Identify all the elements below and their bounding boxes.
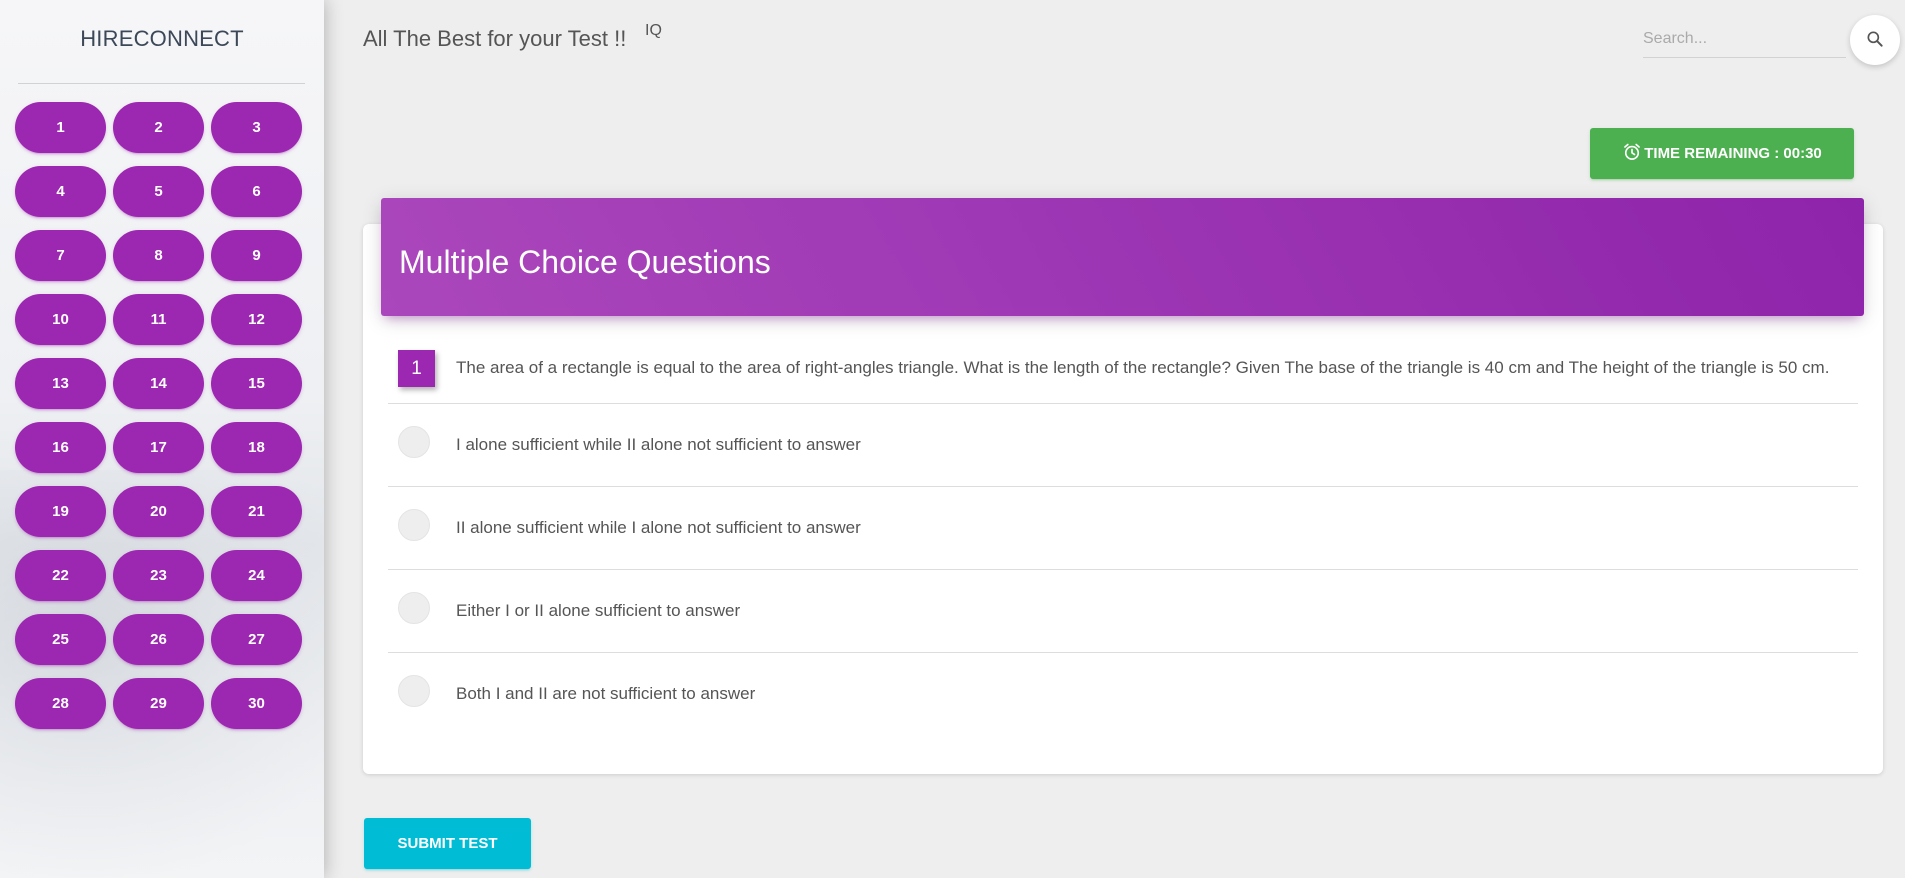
answer-radio-1[interactable] <box>398 426 430 458</box>
question-nav-button-5[interactable]: 5 <box>113 166 204 217</box>
answer-option-label: Either I or II alone sufficient to answe… <box>456 601 741 620</box>
question-nav-button-7[interactable]: 7 <box>15 230 106 281</box>
question-nav-button-17[interactable]: 17 <box>113 422 204 473</box>
sidebar: HIRECONNECT 1 2 3 4 5 6 7 8 9 10 11 12 1… <box>0 0 324 878</box>
question-card-header: Multiple Choice Questions <box>381 198 1864 316</box>
question-nav-button-21[interactable]: 21 <box>211 486 302 537</box>
answer-option-label: Both I and II are not sufficient to answ… <box>456 684 756 703</box>
search-button[interactable] <box>1850 15 1900 65</box>
search-icon <box>1865 29 1885 52</box>
question-nav-button-24[interactable]: 24 <box>211 550 302 601</box>
question-nav-button-10[interactable]: 10 <box>15 294 106 345</box>
question-nav-button-12[interactable]: 12 <box>211 294 302 345</box>
search-input[interactable] <box>1643 20 1846 58</box>
test-category-label: IQ <box>645 22 662 39</box>
brand-logo: HIRECONNECT <box>80 26 244 51</box>
question-nav-button-8[interactable]: 8 <box>113 230 204 281</box>
question-nav-button-4[interactable]: 4 <box>15 166 106 217</box>
answer-option-label: I alone sufficient while II alone not su… <box>456 435 861 454</box>
question-nav-button-28[interactable]: 28 <box>15 678 106 729</box>
alarm-clock-icon <box>1622 142 1642 166</box>
question-nav-button-25[interactable]: 25 <box>15 614 106 665</box>
question-nav-button-18[interactable]: 18 <box>211 422 302 473</box>
question-text: The area of a rectangle is equal to the … <box>456 358 1830 377</box>
question-nav-button-3[interactable]: 3 <box>211 102 302 153</box>
question-nav-button-16[interactable]: 16 <box>15 422 106 473</box>
answer-radio-2[interactable] <box>398 509 430 541</box>
question-nav-button-26[interactable]: 26 <box>113 614 204 665</box>
question-navigation-grid: 1 2 3 4 5 6 7 8 9 10 11 12 13 14 15 16 1… <box>15 102 302 729</box>
submit-test-button[interactable]: SUBMIT TEST <box>364 818 531 869</box>
answer-option-3[interactable]: Either I or II alone sufficient to answe… <box>388 570 1858 653</box>
answer-radio-4[interactable] <box>398 675 430 707</box>
question-nav-button-6[interactable]: 6 <box>211 166 302 217</box>
answer-option-4[interactable]: Both I and II are not sufficient to answ… <box>388 653 1858 736</box>
question-nav-button-30[interactable]: 30 <box>211 678 302 729</box>
question-nav-button-27[interactable]: 27 <box>211 614 302 665</box>
question-nav-button-19[interactable]: 19 <box>15 486 106 537</box>
time-remaining-indicator: TIME REMAINING : 00:30 <box>1590 128 1854 179</box>
question-nav-button-15[interactable]: 15 <box>211 358 302 409</box>
question-nav-button-1[interactable]: 1 <box>15 102 106 153</box>
question-nav-button-29[interactable]: 29 <box>113 678 204 729</box>
question-nav-button-14[interactable]: 14 <box>113 358 204 409</box>
question-nav-button-22[interactable]: 22 <box>15 550 106 601</box>
brand-divider <box>18 83 305 84</box>
time-remaining-label: TIME REMAINING : 00:30 <box>1644 145 1822 162</box>
question-nav-button-13[interactable]: 13 <box>15 358 106 409</box>
question-number-badge: 1 <box>398 350 435 387</box>
question-row: 1 The area of a rectangle is equal to th… <box>388 340 1858 404</box>
page-title: All The Best for your Test !! <box>363 26 627 51</box>
answer-radio-3[interactable] <box>398 592 430 624</box>
answer-option-label: II alone sufficient while I alone not su… <box>456 518 861 537</box>
question-nav-button-9[interactable]: 9 <box>211 230 302 281</box>
question-nav-button-2[interactable]: 2 <box>113 102 204 153</box>
answer-option-1[interactable]: I alone sufficient while II alone not su… <box>388 404 1858 487</box>
question-nav-button-23[interactable]: 23 <box>113 550 204 601</box>
question-nav-button-20[interactable]: 20 <box>113 486 204 537</box>
answer-option-2[interactable]: II alone sufficient while I alone not su… <box>388 487 1858 570</box>
question-nav-button-11[interactable]: 11 <box>113 294 204 345</box>
card-title: Multiple Choice Questions <box>399 244 771 280</box>
